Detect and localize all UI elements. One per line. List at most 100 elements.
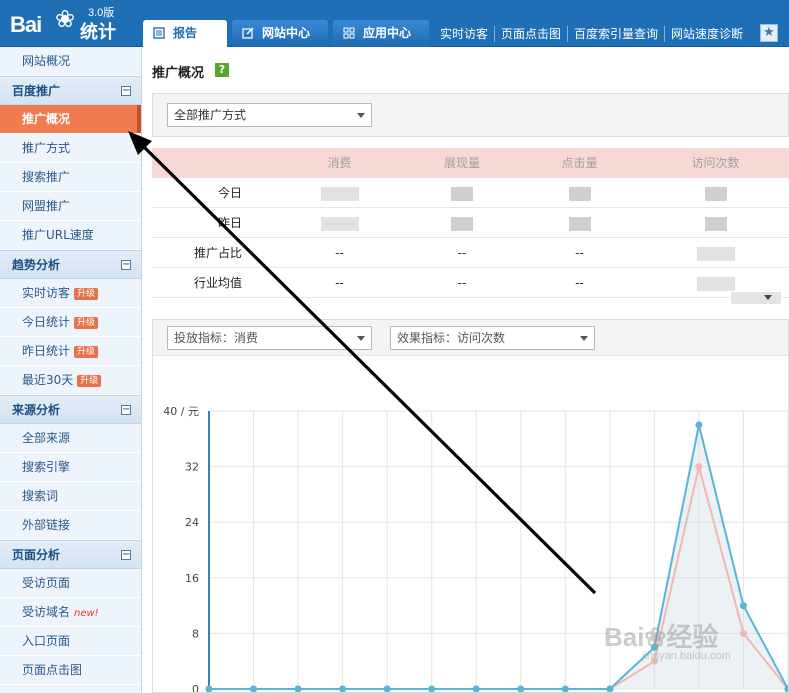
upgrade-badge: 升级 <box>74 345 99 358</box>
blurred-value <box>642 238 789 267</box>
y-tick-label: 8 <box>192 627 199 640</box>
data-point[interactable] <box>695 421 703 429</box>
sidebar-item-all-sources[interactable]: 全部来源 <box>0 424 141 453</box>
watermark-url: jingyan.baidu.com <box>642 650 731 662</box>
tab-app-center[interactable]: 应用中心 <box>333 20 429 47</box>
stats-header[interactable]: 点击量 <box>517 148 642 178</box>
promo-mode-value: 全部推广方式 <box>174 108 247 122</box>
row-label: 今日 <box>217 186 242 200</box>
collapse-icon[interactable]: − <box>121 86 131 96</box>
data-point[interactable] <box>250 685 258 693</box>
y-tick-label: 16 <box>185 572 199 585</box>
sidebar-item-label: 受访域名 <box>22 605 71 619</box>
stats-header[interactable]: 访问次数 <box>642 148 789 178</box>
cell-value: -- <box>457 246 467 260</box>
sidebar-item-promo-url-speed[interactable]: 推广URL速度 <box>0 221 141 250</box>
sidebar-item-last-30-days[interactable]: 最近30天 升级 <box>0 366 141 395</box>
sidebar-item-entry-pages[interactable]: 入口页面 <box>0 627 141 656</box>
stats-header[interactable]: 展现量 <box>407 148 517 178</box>
sidebar-item-search-engine[interactable]: 搜索引擎 <box>0 453 141 482</box>
link-page-click-map[interactable]: 页面点击图 <box>495 26 569 42</box>
tab-report-label: 报告 <box>173 26 198 40</box>
sidebar-item-page-click-map[interactable]: 页面点击图 <box>0 656 141 685</box>
blurred-value <box>517 208 642 237</box>
chevron-down-icon <box>580 336 588 341</box>
sidebar-item-label: 最近30天 <box>22 373 74 387</box>
data-point[interactable] <box>517 685 525 693</box>
sidebar-item-promo-method[interactable]: 推广方式 <box>0 134 141 163</box>
row-label: 昨日 <box>217 216 242 230</box>
data-point[interactable] <box>739 629 747 637</box>
stats-header-row: 消费 展现量 点击量 访问次数 <box>152 148 789 178</box>
sidebar-group-trend[interactable]: 趋势分析 − <box>0 250 141 279</box>
table-row: 昨日 <box>152 208 789 238</box>
sidebar-item-promo-overview[interactable]: 推广概况 <box>0 105 141 134</box>
blurred-value <box>407 178 517 207</box>
sidebar-item-today[interactable]: 今日统计 升级 <box>0 308 141 337</box>
effect-select-value: 效果指标：访问次数 <box>397 331 506 345</box>
sidebar-item-realtime[interactable]: 实时访客 升级 <box>0 279 141 308</box>
y-tick-label: 24 <box>185 516 199 529</box>
sidebar-item-external-links[interactable]: 外部链接 <box>0 511 141 540</box>
cell-value: -- <box>575 246 584 260</box>
data-point[interactable] <box>294 685 302 693</box>
chevron-down-icon <box>357 113 365 118</box>
cell-value: -- <box>457 276 467 290</box>
data-point[interactable] <box>339 685 347 693</box>
page-title: 推广概况 <box>152 66 205 81</box>
blurred-value <box>642 178 789 207</box>
stats-header[interactable]: 消费 <box>272 148 407 178</box>
favorite-star-icon[interactable]: ★ <box>760 24 778 42</box>
expand-more-icon[interactable] <box>731 292 781 304</box>
paw-icon: ❀ <box>55 5 76 33</box>
y-tick-label: 0 <box>192 683 199 692</box>
data-point[interactable] <box>428 685 436 693</box>
sidebar-item-search-terms[interactable]: 搜索词 <box>0 482 141 511</box>
sidebar-group-baidu-promo[interactable]: 百度推广 − <box>0 76 141 105</box>
tab-report[interactable]: 报告 <box>143 20 227 47</box>
tab-site-center[interactable]: 网站中心 <box>232 20 328 47</box>
link-index-query[interactable]: 百度索引量查询 <box>568 26 666 42</box>
sidebar-group-page[interactable]: 页面分析 − <box>0 540 141 569</box>
link-speed-diagnosis[interactable]: 网站速度诊断 <box>665 26 749 42</box>
collapse-icon[interactable]: − <box>121 260 131 270</box>
upgrade-badge: 升级 <box>74 316 99 329</box>
collapse-icon[interactable]: − <box>121 550 131 560</box>
baidu-tongji-logo[interactable]: Bai ❀ 统计 3.0版 <box>10 5 135 43</box>
data-point[interactable] <box>383 685 391 693</box>
sidebar-item-visited-pages[interactable]: 受访页面 <box>0 569 141 598</box>
y-tick-label: 32 <box>185 461 199 474</box>
data-point[interactable] <box>205 685 213 693</box>
data-point[interactable] <box>561 685 569 693</box>
watermark: Bai❀经验 <box>604 622 719 652</box>
logo-version: 3.0版 <box>88 7 115 19</box>
sidebar: 网站概况 百度推广 − 推广概况 推广方式 搜索推广 网盟推广 推广URL速度 … <box>0 47 142 693</box>
table-row: 行业均值 -- -- -- <box>152 268 789 298</box>
blurred-value <box>642 208 789 237</box>
sidebar-group-title: 百度推广 <box>12 84 61 98</box>
metric-select[interactable]: 投放指标：消费 <box>167 326 372 350</box>
data-point[interactable] <box>472 685 480 693</box>
tab-site-center-label: 网站中心 <box>262 26 311 40</box>
sidebar-group-title: 趋势分析 <box>12 258 61 272</box>
data-point[interactable] <box>739 602 747 610</box>
sidebar-item-union-promo[interactable]: 网盟推广 <box>0 192 141 221</box>
data-point[interactable] <box>695 463 703 471</box>
chevron-down-icon <box>357 336 365 341</box>
chart-toolbar: 投放指标：消费 效果指标：访问次数 <box>153 320 788 356</box>
table-row: 推广占比 -- -- -- <box>152 238 789 268</box>
sidebar-item-yesterday[interactable]: 昨日统计 升级 <box>0 337 141 366</box>
cell-value: -- <box>575 276 584 290</box>
logo-product: 统计 <box>80 22 116 43</box>
promo-mode-select[interactable]: 全部推广方式 <box>167 103 372 127</box>
effect-select[interactable]: 效果指标：访问次数 <box>390 326 595 350</box>
sidebar-group-source[interactable]: 来源分析 − <box>0 395 141 424</box>
sidebar-item-search-promo[interactable]: 搜索推广 <box>0 163 141 192</box>
sidebar-item-site-overview[interactable]: 网站概况 <box>0 47 141 76</box>
collapse-icon[interactable]: − <box>121 405 131 415</box>
help-icon[interactable]: ? <box>215 63 229 77</box>
sidebar-item-visited-domains[interactable]: 受访域名 new! <box>0 598 141 627</box>
grid-icon <box>343 27 355 39</box>
link-realtime-visitors[interactable]: 实时访客 <box>434 26 496 42</box>
table-row: 今日 <box>152 178 789 208</box>
